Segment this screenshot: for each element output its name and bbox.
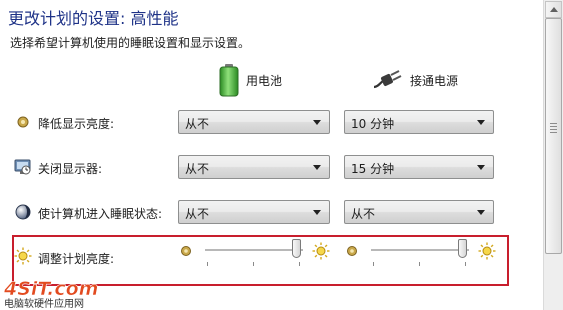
setting-row-turn-off-display: 关闭显示器: 从不 15 分钟 [0, 155, 535, 181]
battery-column-label: 用电池 [246, 73, 283, 88]
brightness-high-icon [478, 242, 496, 260]
svg-text:4SiT.com: 4SiT.com [3, 278, 98, 300]
dim-display-battery-dropdown[interactable]: 从不 [178, 110, 330, 134]
setting-label: 调整计划亮度: [38, 252, 115, 266]
battery-brightness-slider[interactable] [205, 239, 303, 269]
svg-text:电脑软硬件应用网: 电脑软硬件应用网 [4, 297, 84, 310]
page-title: 更改计划的设置: 高性能 [8, 9, 179, 28]
setting-row-brightness: 调整计划亮度: [0, 239, 535, 271]
battery-column-header: 用电池 [218, 62, 282, 98]
monitor-icon [14, 159, 31, 175]
chevron-down-icon [477, 120, 485, 125]
sleep-plugged-dropdown[interactable]: 从不 [344, 200, 494, 224]
vertical-scrollbar[interactable] [543, 0, 563, 310]
setting-label: 降低显示亮度: [38, 117, 115, 131]
scroll-up-button[interactable] [545, 1, 562, 18]
turn-off-display-battery-dropdown[interactable]: 从不 [178, 155, 330, 179]
watermark-logo: 4SiT.com 电脑软硬件应用网 [3, 278, 99, 310]
brightness-icon [14, 247, 32, 265]
plugged-column-label: 接通电源 [410, 73, 459, 88]
chevron-down-icon [313, 120, 321, 125]
brightness-low-icon [181, 246, 191, 256]
page-subtitle: 选择希望计算机使用的睡眠设置和显示设置。 [10, 36, 251, 50]
scrollbar-thumb[interactable] [545, 18, 562, 254]
power-plug-icon [373, 70, 402, 89]
plugged-brightness-slider-thumb[interactable] [458, 239, 468, 258]
sleep-battery-dropdown[interactable]: 从不 [178, 200, 330, 224]
brightness-low-icon [347, 246, 357, 256]
battery-brightness-slider-thumb[interactable] [292, 239, 302, 258]
chevron-down-icon [477, 210, 485, 215]
setting-label: 使计算机进入睡眠状态: [38, 207, 163, 221]
plugged-brightness-slider[interactable] [371, 239, 469, 269]
battery-icon [219, 64, 239, 97]
plugged-column-header: 接通电源 [372, 62, 458, 98]
setting-row-dim-display: 降低显示亮度: 从不 10 分钟 [0, 110, 535, 136]
sleep-icon [15, 204, 31, 220]
setting-label: 关闭显示器: [38, 162, 103, 176]
chevron-down-icon [313, 210, 321, 215]
chevron-down-icon [313, 165, 321, 170]
dim-display-plugged-dropdown[interactable]: 10 分钟 [344, 110, 494, 134]
chevron-down-icon [477, 165, 485, 170]
setting-row-sleep: 使计算机进入睡眠状态: 从不 从不 [0, 200, 535, 226]
brightness-high-icon [312, 242, 330, 260]
turn-off-display-plugged-dropdown[interactable]: 15 分钟 [344, 155, 494, 179]
dim-display-icon [17, 116, 29, 128]
